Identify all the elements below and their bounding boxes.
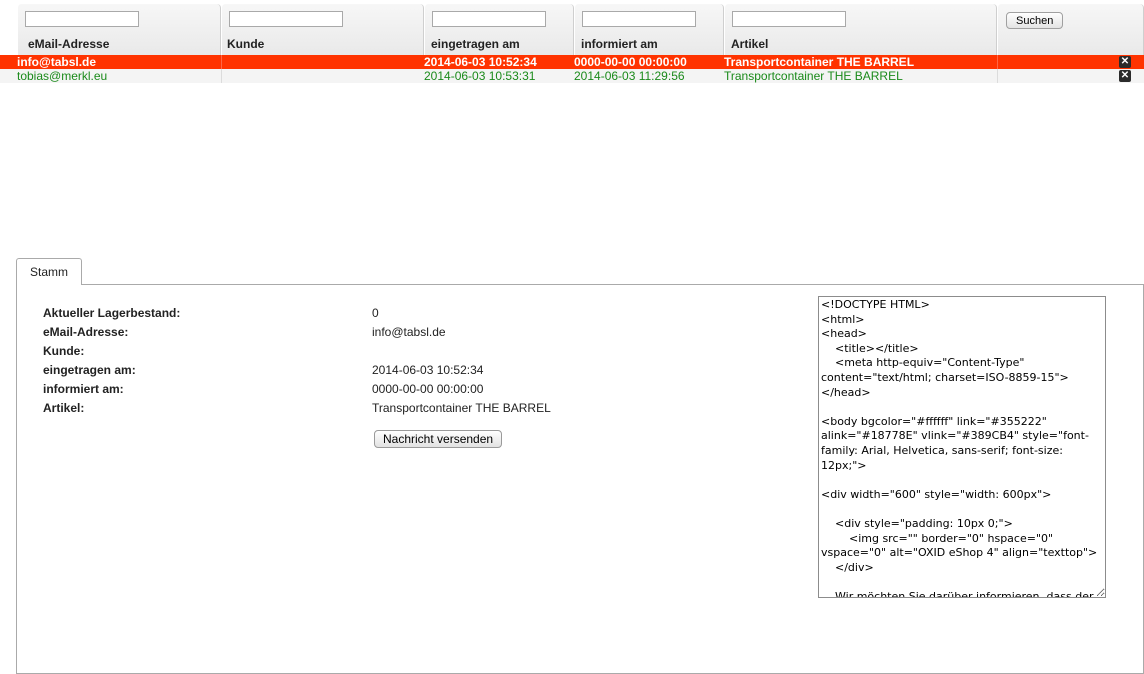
list-header: eMail-Adresse Kunde eingetragen am infor…: [0, 0, 1144, 55]
stock-label: Aktueller Lagerbestand:: [43, 306, 181, 320]
column-label-notified[interactable]: informiert am: [581, 37, 658, 51]
column-header-customer: Kunde: [221, 4, 424, 55]
filter-article-input[interactable]: [732, 11, 846, 27]
column-divider: [997, 69, 998, 83]
email-label: eMail-Adresse:: [43, 325, 129, 339]
filter-notified-input[interactable]: [582, 11, 696, 27]
delete-row-icon[interactable]: ✕: [1119, 56, 1131, 68]
column-header-registered: eingetragen am: [424, 4, 574, 55]
tab-stamm[interactable]: Stamm: [16, 258, 82, 285]
registered-label: eingetragen am:: [43, 363, 136, 377]
notification-list: eMail-Adresse Kunde eingetragen am infor…: [0, 0, 1144, 83]
customer-label: Kunde:: [43, 344, 85, 358]
notified-value: 0000-00-00 00:00:00: [372, 382, 484, 396]
row-customer: [224, 55, 422, 69]
row-registered: 2014-06-03 10:53:31: [424, 69, 536, 83]
column-label-email[interactable]: eMail-Adresse: [28, 37, 109, 51]
column-header-email: eMail-Adresse: [17, 4, 221, 55]
column-label-registered[interactable]: eingetragen am: [431, 37, 520, 51]
mail-source-textarea[interactable]: <!DOCTYPE HTML> <html> <head> <title></t…: [818, 296, 1106, 598]
filter-email-input[interactable]: [25, 11, 139, 27]
column-divider: [221, 55, 222, 69]
article-value: Transportcontainer THE BARREL: [372, 401, 551, 415]
column-label-customer[interactable]: Kunde: [227, 37, 264, 51]
row-article: Transportcontainer THE BARREL: [724, 55, 915, 69]
row-registered: 2014-06-03 10:52:34: [424, 55, 537, 69]
column-divider: [997, 55, 998, 69]
column-divider: [221, 69, 222, 83]
column-header-article: Artikel: [724, 4, 997, 55]
row-notified: 0000-00-00 00:00:00: [574, 55, 687, 69]
email-value: info@tabsl.de: [372, 325, 446, 339]
column-label-article[interactable]: Artikel: [731, 37, 768, 51]
row-notified: 2014-06-03 11:29:56: [574, 69, 685, 83]
column-header-actions: Suchen: [997, 4, 1144, 55]
filter-registered-input[interactable]: [432, 11, 546, 27]
row-article: Transportcontainer THE BARREL: [724, 69, 903, 83]
filter-customer-input[interactable]: [229, 11, 343, 27]
stock-value: 0: [372, 306, 379, 320]
delete-row-icon[interactable]: ✕: [1119, 70, 1131, 82]
table-row[interactable]: tobias@merkl.eu 2014-06-03 10:53:31 2014…: [0, 69, 1144, 83]
row-email[interactable]: tobias@merkl.eu: [17, 69, 221, 83]
article-label: Artikel:: [43, 401, 85, 415]
row-email[interactable]: info@tabsl.de: [17, 55, 221, 69]
row-customer: [224, 69, 422, 83]
registered-value: 2014-06-03 10:52:34: [372, 363, 484, 377]
column-header-notified: informiert am: [574, 4, 724, 55]
notified-label: informiert am:: [43, 382, 124, 396]
table-row[interactable]: info@tabsl.de 2014-06-03 10:52:34 0000-0…: [0, 55, 1144, 69]
send-message-button[interactable]: Nachricht versenden: [374, 430, 503, 448]
search-button[interactable]: Suchen: [1006, 12, 1064, 29]
